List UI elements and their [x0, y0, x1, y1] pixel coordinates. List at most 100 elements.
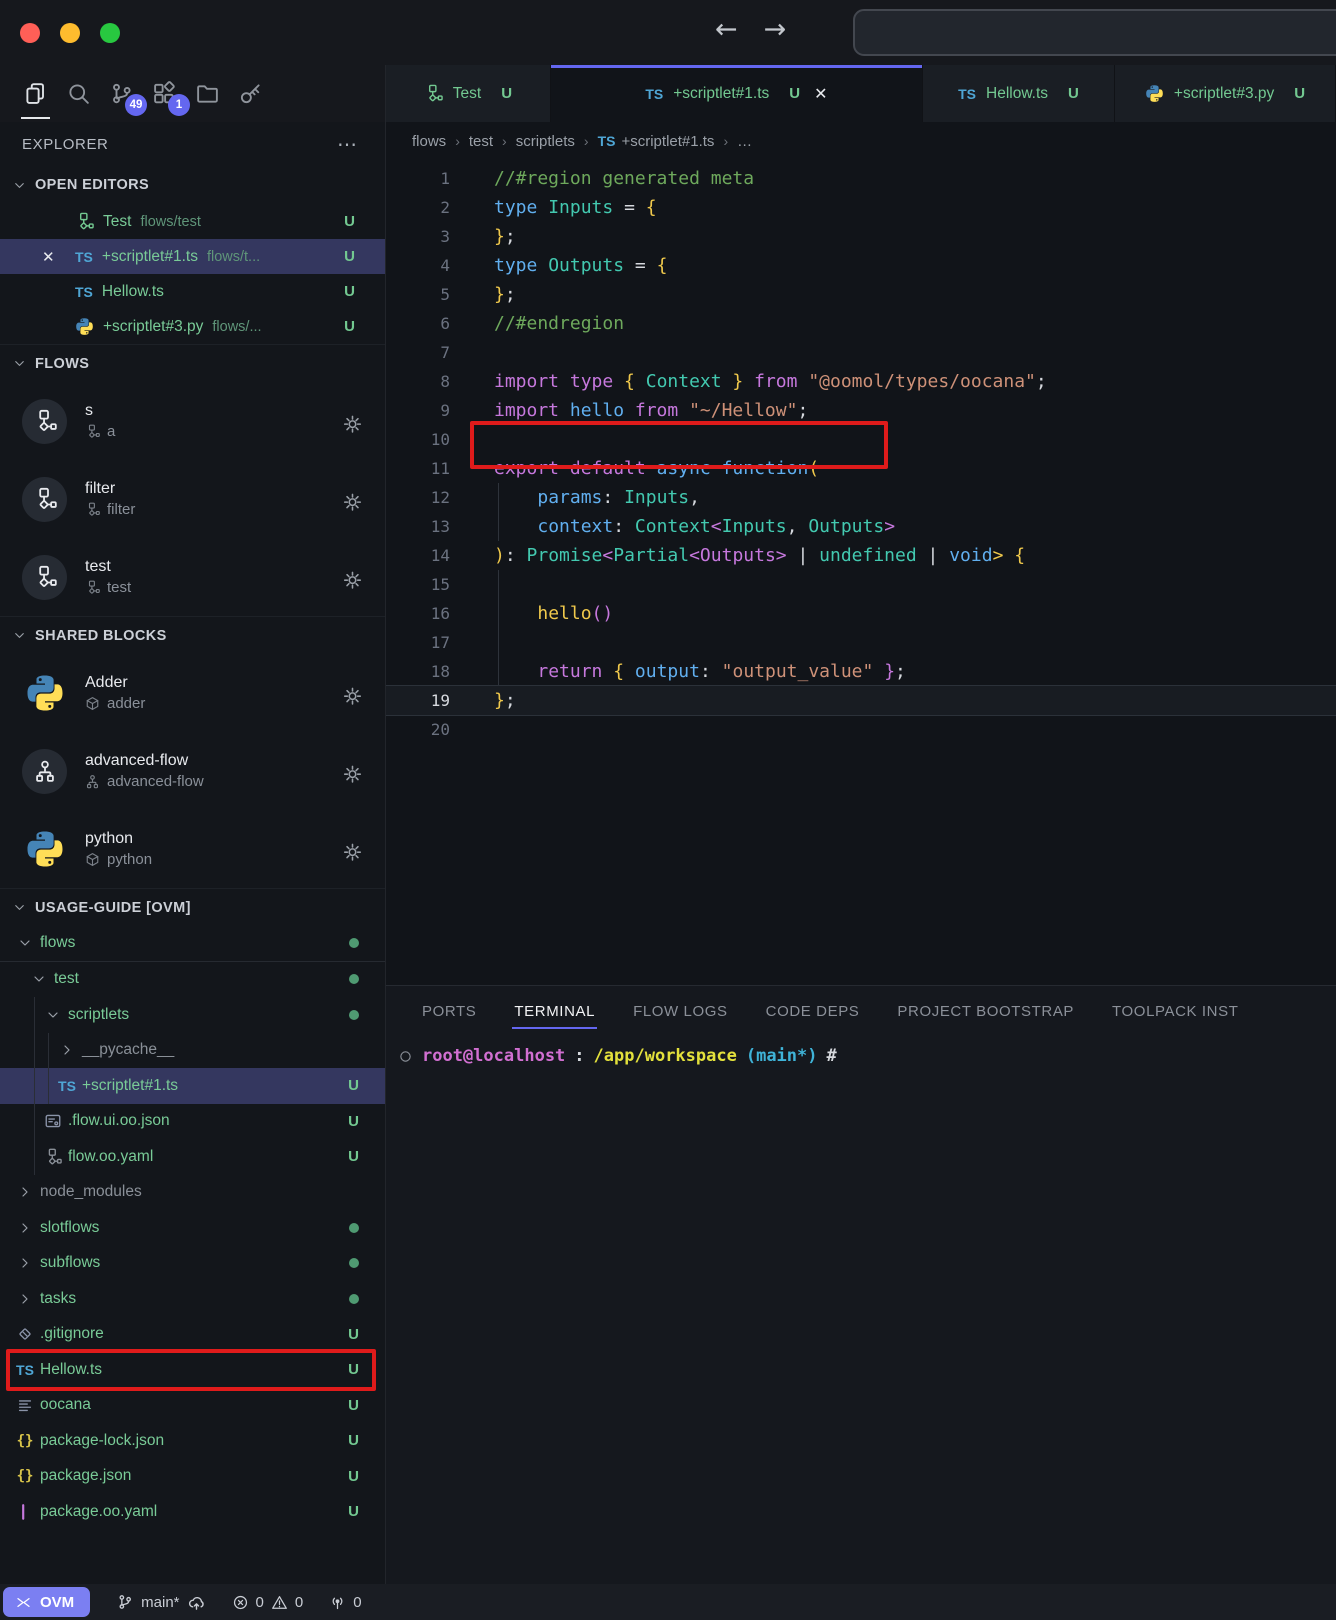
tree-item-package-oo-yaml[interactable]: package.oo.yamlU [0, 1494, 385, 1530]
tree-item-package-json[interactable]: {}package.jsonU [0, 1459, 385, 1495]
code-line-8[interactable]: 8import type { Context } from "@oomol/ty… [386, 367, 1336, 396]
code-line-6[interactable]: 6//#endregion [386, 309, 1336, 338]
tree-item-label: __pycache__ [82, 1041, 174, 1059]
code-line-15[interactable]: 15 [386, 570, 1336, 599]
code-line-1[interactable]: 1//#region generated meta [386, 164, 1336, 193]
gear-icon[interactable] [342, 842, 363, 863]
flow-header[interactable]: FLOWS [0, 344, 385, 382]
code-line-11[interactable]: 11export default async function( [386, 454, 1336, 483]
tree-item-scriptlets[interactable]: scriptlets [0, 997, 385, 1033]
open-editor-item-hellow-ts[interactable]: TSHellow.tsU [0, 274, 385, 309]
tree-item-node-modules[interactable]: node_modules [0, 1175, 385, 1211]
code-line-16[interactable]: 16 hello() [386, 599, 1336, 628]
line-content: return { output: "output_value" }; [494, 657, 906, 686]
shared-block-item-python[interactable]: pythonpython [0, 810, 385, 888]
tree-item-oocana[interactable]: oocanaU [0, 1388, 385, 1424]
code-line-4[interactable]: 4type Outputs = { [386, 251, 1336, 280]
problems-status[interactable]: 00 [232, 1594, 304, 1611]
close-icon[interactable]: ✕ [814, 84, 827, 104]
usage-guide-header[interactable]: USAGE-GUIDE [OVM] [0, 888, 385, 926]
card-subtitle-label: a [107, 423, 115, 440]
close-icon[interactable]: ✕ [42, 248, 66, 266]
code-line-5[interactable]: 5}; [386, 280, 1336, 309]
tree-item--pycache-[interactable]: __pycache__ [0, 1033, 385, 1069]
activity-item-search[interactable] [57, 65, 100, 122]
tree-item--flow-ui-oo-json[interactable]: .flow.ui.oo.jsonU [0, 1104, 385, 1140]
activity-item-source-control[interactable]: 49 [100, 65, 143, 122]
tree-item-tasks[interactable]: tasks [0, 1281, 385, 1317]
code-editor[interactable]: 1//#region generated meta2type Inputs = … [386, 160, 1336, 985]
panel-tab-code-deps[interactable]: CODE DEPS [766, 1003, 860, 1020]
code-line-12[interactable]: 12 params: Inputs, [386, 483, 1336, 512]
code-line-18[interactable]: 18 return { output: "output_value" }; [386, 657, 1336, 686]
code-line-19[interactable]: 19}; [386, 686, 1336, 715]
breadcrumb-item-4[interactable]: … [737, 133, 752, 150]
tree-item-flows[interactable]: flows [0, 926, 385, 962]
breadcrumb-item-1[interactable]: test [469, 133, 493, 150]
tree-item--scriptlet-1-ts[interactable]: TS+scriptlet#1.tsU [0, 1068, 385, 1104]
forward-button[interactable]: → [764, 14, 787, 45]
terminal-prompt-line[interactable]: root@localhost:/app/workspace (main*) # [386, 1046, 1336, 1066]
editor-tab-hellow-ts[interactable]: TSHellow.tsU [923, 65, 1115, 122]
minimize-button[interactable] [60, 23, 80, 43]
flow-item-filter[interactable]: filterfilter [0, 460, 385, 538]
code-line-3[interactable]: 3}; [386, 222, 1336, 251]
remote-indicator[interactable]: OVM [3, 1587, 90, 1617]
panel-tab-flow-logs[interactable]: FLOW LOGS [633, 1003, 728, 1020]
open-editors-header[interactable]: OPEN EDITORS [0, 166, 385, 204]
back-button[interactable]: ← [715, 14, 738, 45]
gear-icon[interactable] [342, 764, 363, 785]
tree-item-package-lock-json[interactable]: {}package-lock.jsonU [0, 1423, 385, 1459]
editor-tab-test[interactable]: TestU [386, 65, 551, 122]
tree-item-label: oocana [40, 1396, 91, 1414]
code-line-14[interactable]: 14): Promise<Partial<Outputs> | undefine… [386, 541, 1336, 570]
shared-block-header[interactable]: SHARED BLOCKS [0, 616, 385, 654]
flow-item-test[interactable]: testtest [0, 538, 385, 616]
panel-tab-terminal[interactable]: TERMINAL [514, 1003, 595, 1020]
code-line-9[interactable]: 9import hello from "~/Hellow"; [386, 396, 1336, 425]
open-editor-item--scriptlet-3-py[interactable]: +scriptlet#3.pyflows/...U [0, 309, 385, 344]
close-button[interactable] [20, 23, 40, 43]
code-line-20[interactable]: 20 [386, 715, 1336, 744]
code-line-10[interactable]: 10 [386, 425, 1336, 454]
gear-icon[interactable] [342, 686, 363, 707]
flow-item-s[interactable]: sa [0, 382, 385, 460]
breadcrumb-item-0[interactable]: flows [412, 133, 446, 150]
explorer-more-actions-button[interactable]: ⋯ [337, 132, 359, 157]
code-line-7[interactable]: 7 [386, 338, 1336, 367]
gear-icon[interactable] [342, 414, 363, 435]
ports-status[interactable]: 0 [329, 1594, 361, 1611]
breadcrumb-item-2[interactable]: scriptlets [516, 133, 575, 150]
activity-item-extensions[interactable]: 1 [143, 65, 186, 122]
tree-item-hellow-ts[interactable]: TSHellow.tsU [0, 1352, 385, 1388]
gear-icon[interactable] [342, 570, 363, 591]
code-line-2[interactable]: 2type Inputs = { [386, 193, 1336, 222]
maximize-button[interactable] [100, 23, 120, 43]
branch-status[interactable]: main* [116, 1593, 205, 1612]
command-search-input[interactable] [853, 9, 1336, 56]
panel-tab-project-bootstrap[interactable]: PROJECT BOOTSTRAP [897, 1003, 1074, 1020]
editor-tab--scriptlet-1-ts[interactable]: TS+scriptlet#1.tsU✕ [551, 65, 923, 122]
breadcrumb-item-3[interactable]: TS+scriptlet#1.ts [598, 133, 715, 150]
tree-item-slotflows[interactable]: slotflows [0, 1210, 385, 1246]
tree-item--gitignore[interactable]: .gitignoreU [0, 1317, 385, 1353]
editor-tab--scriptlet-3-py[interactable]: +scriptlet#3.pyU [1115, 65, 1336, 122]
activity-item-key[interactable] [229, 65, 272, 122]
panel-tab-toolpack-inst[interactable]: TOOLPACK INST [1112, 1003, 1238, 1020]
panel-tab-ports[interactable]: PORTS [422, 1003, 476, 1020]
ts-icon: TS [16, 1362, 34, 1378]
code-line-17[interactable]: 17 [386, 628, 1336, 657]
activity-item-files[interactable] [14, 65, 57, 122]
tree-item-subflows[interactable]: subflows [0, 1246, 385, 1282]
tree-item-flow-oo-yaml[interactable]: flow.oo.yamlU [0, 1139, 385, 1175]
shared-block-item-advanced-flow[interactable]: advanced-flowadvanced-flow [0, 732, 385, 810]
window-controls [20, 23, 120, 43]
code-line-13[interactable]: 13 context: Context<Inputs, Outputs> [386, 512, 1336, 541]
shared-block-item-adder[interactable]: Adderadder [0, 654, 385, 732]
open-editor-item--scriptlet-1-ts[interactable]: ✕TS+scriptlet#1.tsflows/t...U [0, 239, 385, 274]
gear-icon[interactable] [342, 492, 363, 513]
tree-item-test[interactable]: test [0, 962, 385, 998]
activity-item-folder[interactable] [186, 65, 229, 122]
tree-item-label: .flow.ui.oo.json [68, 1112, 170, 1130]
open-editor-item-test[interactable]: Testflows/testU [0, 204, 385, 239]
